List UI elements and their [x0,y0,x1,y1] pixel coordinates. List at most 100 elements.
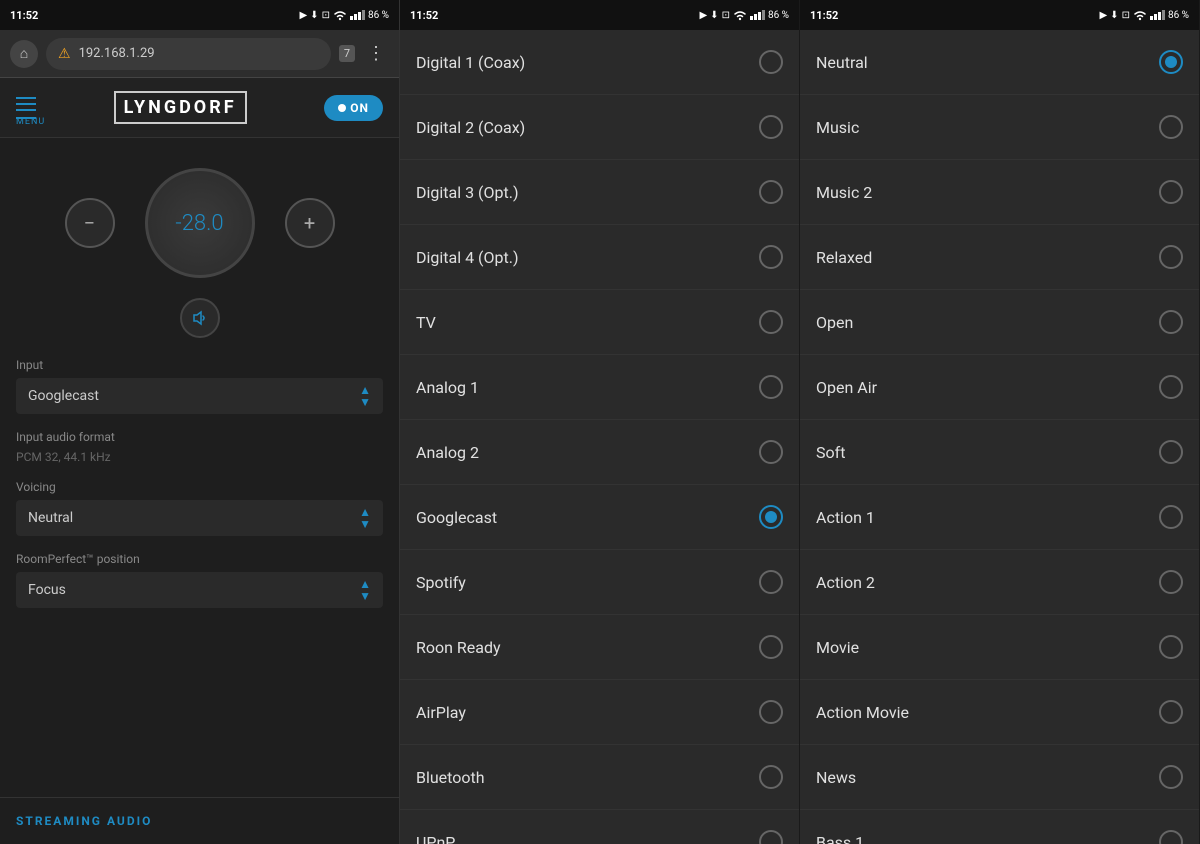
screenshot-icon-2: ⊡ [722,10,730,21]
voicing-item-label: Movie [816,638,859,657]
menu-button[interactable]: MENU [16,97,36,119]
power-dot [338,104,346,112]
input-select[interactable]: Googlecast ▲ ▼ [16,378,383,414]
power-button[interactable]: ON [324,95,383,121]
voicing-list-item[interactable]: Neutral [800,30,1199,95]
controls-section: Input Googlecast ▲ ▼ Input audio format … [0,358,399,797]
input-item-label: Digital 2 (Coax) [416,118,525,137]
screenshot-icon: ⊡ [322,10,330,21]
minus-icon: − [84,211,95,235]
input-list-item[interactable]: UPnP [400,810,799,844]
voicing-group: Voicing Neutral ▲ ▼ [16,480,383,536]
home-icon[interactable]: ⌂ [10,40,38,68]
voicing-arrows: ▲ ▼ [359,506,371,530]
radio-2 [759,180,783,204]
voicing-list-item[interactable]: Action 1 [800,485,1199,550]
power-label: ON [350,101,369,115]
arrow-down-icon2: ▼ [359,518,371,530]
tab-count[interactable]: 7 [339,45,355,62]
voicing-radio-7 [1159,505,1183,529]
voicing-radio-8 [1159,570,1183,594]
voicing-radio-0 [1159,50,1183,74]
menu-label: MENU [16,117,36,119]
input-list-item[interactable]: Roon Ready [400,615,799,680]
wifi-icon-2 [733,9,747,21]
radio-12 [759,830,783,844]
status-bar-3: 11:52 ▶ ⬇ ⊡ 86 % [800,0,1199,30]
voicing-radio-3 [1159,245,1183,269]
status-time-2: 11:52 [410,9,438,22]
voicing-list-item[interactable]: Music [800,95,1199,160]
voicing-item-label: Neutral [816,53,868,72]
input-item-label: Analog 1 [416,378,479,397]
input-list-item[interactable]: Spotify [400,550,799,615]
roomperfect-select[interactable]: Focus ▲ ▼ [16,572,383,608]
input-list-item[interactable]: AirPlay [400,680,799,745]
volume-up-button[interactable]: + [285,198,335,248]
screenshot-icon-3: ⊡ [1122,10,1130,21]
voicing-list-item[interactable]: Action 2 [800,550,1199,615]
voicing-list-item[interactable]: Relaxed [800,225,1199,290]
voicing-radio-4 [1159,310,1183,334]
roomperfect-value: Focus [28,582,66,598]
input-list-item[interactable]: Digital 3 (Opt.) [400,160,799,225]
app-container: 11:52 ▶ ⬇ ⊡ [0,0,1200,844]
voicing-list-item[interactable]: Soft [800,420,1199,485]
input-item-label: Roon Ready [416,638,501,657]
input-list: Digital 1 (Coax) Digital 2 (Coax) Digita… [400,30,799,844]
voicing-item-label: Relaxed [816,248,872,267]
voicing-radio-11 [1159,765,1183,789]
panel-voicing-list: 11:52 ▶ ⬇ ⊡ 86 % Neu [800,0,1200,844]
voicing-item-label: Open Air [816,378,877,397]
radio-4 [759,310,783,334]
address-box[interactable]: ⚠ 192.168.1.29 [46,38,331,70]
volume-down-button[interactable]: − [65,198,115,248]
mute-button[interactable] [180,298,220,338]
status-bar-1: 11:52 ▶ ⬇ ⊡ [0,0,399,30]
voicing-item-label: News [816,768,856,787]
radio-1 [759,115,783,139]
voicing-item-label: Action 1 [816,508,875,527]
voicing-list-item[interactable]: News [800,745,1199,810]
voicing-list-item[interactable]: Movie [800,615,1199,680]
wifi-icon [333,9,347,21]
input-list-item[interactable]: Digital 2 (Coax) [400,95,799,160]
voicing-item-label: Action Movie [816,703,909,722]
input-list-item[interactable]: TV [400,290,799,355]
status-time-1: 11:52 [10,9,38,22]
input-group: Input Googlecast ▲ ▼ [16,358,383,414]
voicing-list-item[interactable]: Open [800,290,1199,355]
input-list-item[interactable]: Bluetooth [400,745,799,810]
voicing-list-item[interactable]: Open Air [800,355,1199,420]
voicing-radio-12 [1159,830,1183,844]
logo: LYNGDORF [114,91,247,124]
notification-icon-2: ▶ [699,10,707,21]
voicing-list-item[interactable]: Music 2 [800,160,1199,225]
radio-9 [759,635,783,659]
warning-icon: ⚠ [58,46,71,62]
input-item-label: Spotify [416,573,466,592]
input-item-label: Digital 3 (Opt.) [416,183,519,202]
input-value: Googlecast [28,388,99,404]
input-list-item[interactable]: Analog 1 [400,355,799,420]
audio-format-value: PCM 32, 44.1 kHz [16,450,383,464]
arrow-down-icon3: ▼ [359,590,371,602]
input-list-item[interactable]: Analog 2 [400,420,799,485]
input-list-item[interactable]: Digital 4 (Opt.) [400,225,799,290]
voicing-item-label: Music [816,118,859,137]
voicing-radio-1 [1159,115,1183,139]
roomperfect-arrows: ▲ ▼ [359,578,371,602]
voicing-list-item[interactable]: Bass 1 [800,810,1199,844]
input-list-item[interactable]: Digital 1 (Coax) [400,30,799,95]
input-item-label: AirPlay [416,703,466,722]
battery-text-1: 86 % [368,10,389,21]
input-item-label: Bluetooth [416,768,485,787]
radio-6 [759,440,783,464]
radio-11 [759,765,783,789]
voicing-list-item[interactable]: Action Movie [800,680,1199,745]
voicing-select[interactable]: Neutral ▲ ▼ [16,500,383,536]
input-list-item[interactable]: Googlecast [400,485,799,550]
panel-main: 11:52 ▶ ⬇ ⊡ [0,0,400,844]
browser-menu-icon[interactable]: ⋮ [363,39,389,68]
voicing-item-label: Soft [816,443,845,462]
